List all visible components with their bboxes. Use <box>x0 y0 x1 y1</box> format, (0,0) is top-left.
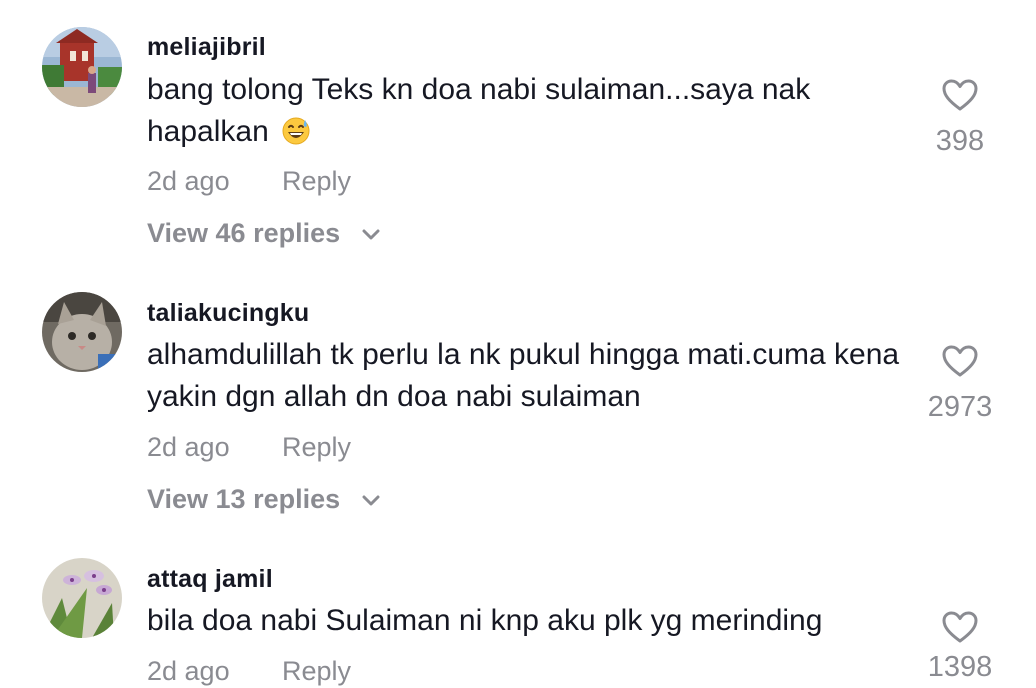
comment-meta: 2d ago Reply <box>147 656 351 687</box>
reply-button[interactable]: Reply <box>282 656 351 687</box>
chevron-down-icon <box>362 217 380 248</box>
like-area: 2973 <box>920 344 1000 424</box>
avatar[interactable] <box>42 292 122 372</box>
like-count: 398 <box>935 125 985 157</box>
comment-text: alhamdulillah tk perlu la nk pukul hingg… <box>147 338 900 413</box>
view-replies-label: View 13 replies <box>147 484 341 514</box>
like-area: 398 <box>920 78 1000 158</box>
comment-text: bang tolong Teks kn doa nabi sulaiman...… <box>147 69 907 158</box>
username[interactable]: taliakucingku <box>147 299 309 328</box>
timestamp: 2d ago <box>147 432 230 462</box>
view-replies-button[interactable]: View 46 replies <box>147 218 380 249</box>
grinning-face-with-sweat-emoji <box>281 116 311 158</box>
timestamp: 2d ago <box>147 656 230 686</box>
view-replies-label: View 46 replies <box>147 218 341 248</box>
heart-outline-icon[interactable] <box>920 610 1000 649</box>
heart-outline-icon[interactable] <box>920 78 1000 117</box>
comment-text-body: bang tolong Teks kn doa nabi sulaiman...… <box>147 73 811 148</box>
comment-text: bila doa nabi Sulaiman ni knp aku plk yg… <box>147 604 823 637</box>
username[interactable]: attaq jamil <box>147 565 273 594</box>
username[interactable]: meliajibril <box>147 33 266 62</box>
view-replies-button[interactable]: View 13 replies <box>147 484 380 515</box>
heart-outline-icon[interactable] <box>920 344 1000 383</box>
avatar[interactable] <box>42 27 122 107</box>
like-area: 1398 <box>920 610 1000 684</box>
like-count: 2973 <box>927 391 993 423</box>
comment-meta: 2d ago Reply <box>147 166 351 197</box>
avatar[interactable] <box>42 558 122 638</box>
reply-button[interactable]: Reply <box>282 432 351 463</box>
comment-meta: 2d ago Reply <box>147 432 351 463</box>
reply-button[interactable]: Reply <box>282 166 351 197</box>
timestamp: 2d ago <box>147 166 230 196</box>
like-count: 1398 <box>927 651 993 683</box>
chevron-down-icon <box>362 483 380 514</box>
